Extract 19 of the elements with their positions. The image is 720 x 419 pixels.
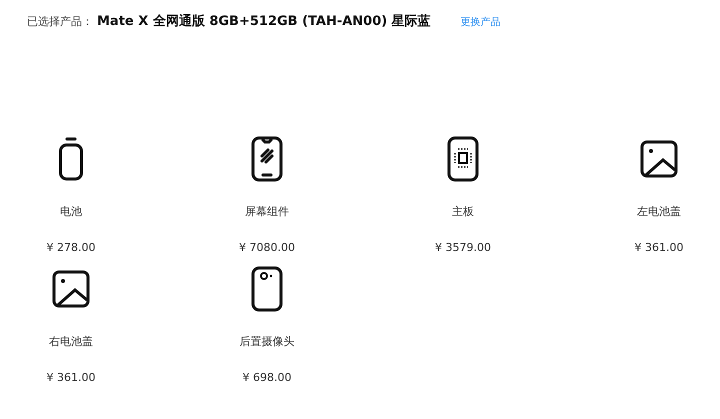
battery-icon: [58, 136, 84, 182]
part-name: 屏幕组件: [245, 204, 289, 219]
product-name: Mate X 全网通版 8GB+512GB (TAH-AN00) 星际蓝: [97, 13, 431, 30]
part-price: ¥ 3579.00: [435, 241, 491, 254]
part-price: ¥ 361.00: [634, 241, 684, 254]
part-name: 主板: [452, 204, 474, 219]
phone-screen-icon: [251, 136, 283, 182]
part-name: 电池: [60, 204, 82, 219]
part-name: 右电池盖: [49, 334, 93, 349]
camera-phone-icon: [251, 266, 283, 312]
part-name: 后置摄像头: [240, 334, 294, 349]
chip-phone-icon: [447, 136, 479, 182]
part-price: ¥ 698.00: [242, 371, 292, 384]
part-price: ¥ 361.00: [46, 371, 96, 384]
part-name: 左电池盖: [637, 204, 681, 219]
part-price: ¥ 278.00: [46, 241, 96, 254]
change-product-link[interactable]: 更换产品: [460, 15, 501, 29]
part-price: ¥ 7080.00: [239, 241, 295, 254]
selected-product-label: 已选择产品：: [27, 14, 93, 29]
